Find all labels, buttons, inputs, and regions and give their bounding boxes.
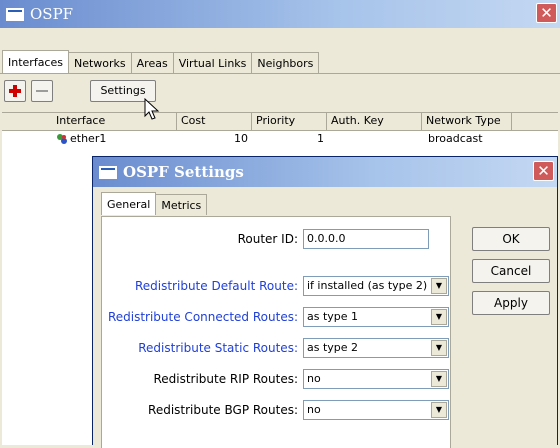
add-button[interactable] xyxy=(4,80,26,102)
dialog-title: OSPF Settings xyxy=(123,163,244,181)
column-header-network-type[interactable]: Network Type xyxy=(422,113,512,130)
minus-icon xyxy=(36,90,48,92)
cell-cost: 10 xyxy=(234,132,248,145)
table-row[interactable]: ether1 10 1 broadcast xyxy=(2,131,558,147)
redistribute-bgp-value: no xyxy=(307,403,321,416)
mouse-cursor-icon xyxy=(144,98,160,120)
cell-interface: ether1 xyxy=(70,132,107,145)
cell-network-type: broadcast xyxy=(428,132,483,145)
tab-networks[interactable]: Networks xyxy=(67,52,132,73)
table-header: Interface Cost Priority Auth. Key Networ… xyxy=(2,113,558,131)
redistribute-connected-label: Redistribute Connected Routes: xyxy=(107,310,298,324)
window-icon xyxy=(6,7,24,21)
redistribute-rip-label: Redistribute RIP Routes: xyxy=(153,372,298,386)
redistribute-default-value: if installed (as type 2) xyxy=(307,279,428,292)
redistribute-default-select[interactable]: if installed (as type 2) ▼ xyxy=(303,276,449,296)
apply-button[interactable]: Apply xyxy=(472,291,550,315)
chevron-down-icon[interactable]: ▼ xyxy=(431,340,447,356)
chevron-down-icon[interactable]: ▼ xyxy=(431,309,447,325)
redistribute-default-label: Redistribute Default Route: xyxy=(134,279,298,293)
chevron-down-icon[interactable]: ▼ xyxy=(431,371,447,387)
interface-icon xyxy=(57,134,67,144)
plus-icon xyxy=(9,85,21,97)
column-header-priority[interactable]: Priority xyxy=(252,113,327,130)
router-id-field[interactable]: 0.0.0.0 xyxy=(303,229,429,249)
dialog-close-icon[interactable]: ✕ xyxy=(533,161,554,181)
cancel-button[interactable]: Cancel xyxy=(472,259,550,283)
chevron-down-icon[interactable]: ▼ xyxy=(431,402,447,418)
ospf-window-title: OSPF xyxy=(30,5,74,23)
main-tabs: Interfaces Networks Areas Virtual Links … xyxy=(2,50,320,73)
redistribute-static-select[interactable]: as type 2 ▼ xyxy=(303,338,449,358)
dialog-tabs: General Metrics xyxy=(101,192,208,215)
redistribute-rip-select[interactable]: no ▼ xyxy=(303,369,449,389)
general-panel: Router ID: 0.0.0.0 Redistribute Default … xyxy=(101,216,451,448)
redistribute-static-value: as type 2 xyxy=(307,341,359,354)
redistribute-rip-value: no xyxy=(307,372,321,385)
tab-general[interactable]: General xyxy=(101,192,157,215)
redistribute-connected-value: as type 1 xyxy=(307,310,359,323)
chevron-down-icon[interactable]: ▼ xyxy=(431,278,447,294)
ospf-settings-dialog: OSPF Settings ✕ General Metrics Router I… xyxy=(92,156,558,448)
redistribute-connected-select[interactable]: as type 1 ▼ xyxy=(303,307,449,327)
column-header-cost[interactable]: Cost xyxy=(177,113,252,130)
redistribute-bgp-select[interactable]: no ▼ xyxy=(303,400,449,420)
dialog-window-icon xyxy=(99,165,117,179)
remove-button[interactable] xyxy=(31,80,53,102)
tab-neighbors[interactable]: Neighbors xyxy=(251,52,320,73)
tab-metrics[interactable]: Metrics xyxy=(155,194,208,215)
ospf-window-titlebar[interactable]: OSPF ✕ xyxy=(0,0,560,28)
redistribute-static-label: Redistribute Static Routes: xyxy=(138,341,298,355)
ok-button[interactable]: OK xyxy=(472,227,550,251)
close-icon[interactable]: ✕ xyxy=(536,3,557,23)
tab-virtual-links[interactable]: Virtual Links xyxy=(172,52,253,73)
redistribute-bgp-label: Redistribute BGP Routes: xyxy=(148,403,298,417)
tab-interfaces[interactable]: Interfaces xyxy=(2,50,69,73)
column-header-auth-key[interactable]: Auth. Key xyxy=(327,113,422,130)
router-id-label: Router ID: xyxy=(237,232,298,246)
dialog-titlebar[interactable]: OSPF Settings ✕ xyxy=(93,157,557,187)
tab-panel-border xyxy=(0,73,560,74)
cell-priority: 1 xyxy=(317,132,324,145)
tab-areas[interactable]: Areas xyxy=(130,52,174,73)
